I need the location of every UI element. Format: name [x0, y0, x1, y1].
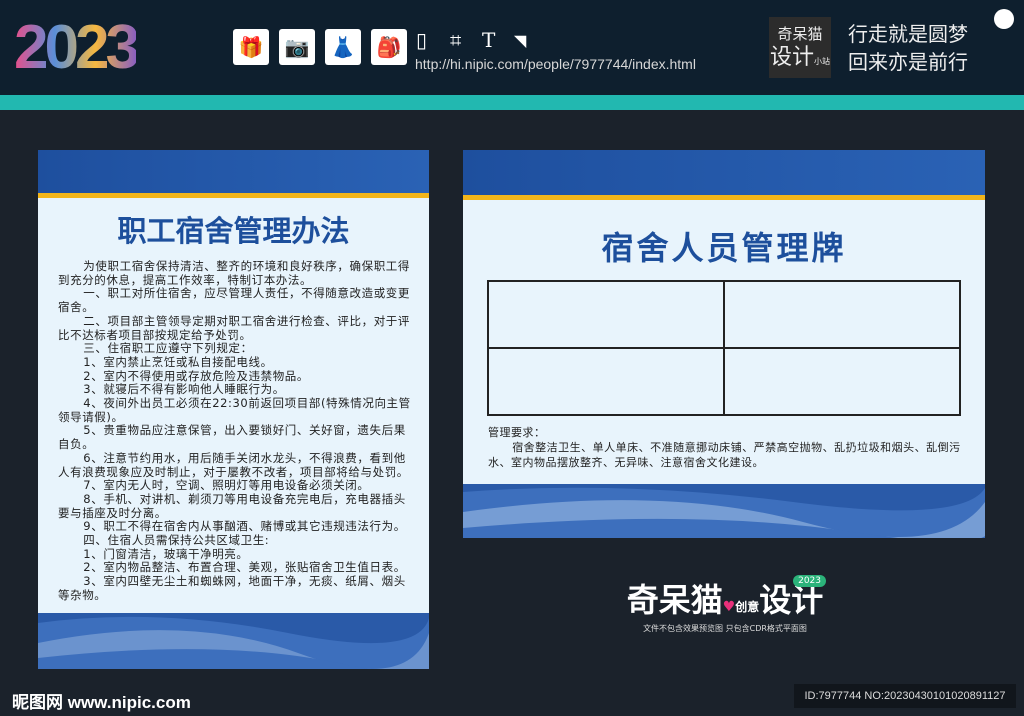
wm-name2: 创意 — [735, 600, 760, 614]
rule-paragraph: 6、注意节约用水，用后随手关闭水龙头，不得浪费，看到他人有浪费现象应及时制止，对… — [58, 450, 409, 479]
left-panel: 职工宿舍管理办法 为使职工宿舍保持清洁、整齐的环境和良好秩序，确保职工得到充分的… — [38, 150, 429, 669]
brand-line2: 设计 — [769, 45, 814, 70]
slogan-line1: 行走就是圆梦 — [848, 22, 968, 46]
rule-paragraph: 1、室内禁止烹饪或私自接配电线。 — [83, 354, 273, 369]
req-text: 宿舍整洁卫生、单人单床、不准随意挪动床铺、严禁高空抛物、乱扔垃圾和烟头、乱倒污水… — [488, 441, 961, 469]
dress-icon[interactable]: 👗 — [325, 29, 361, 65]
rule-paragraph: 三、住宿职工应遵守下列规定： — [83, 341, 253, 356]
rule-paragraph: 7、室内无人时，空调、照明灯等用电设备必须关闭。 — [83, 478, 370, 493]
wave-decoration — [38, 613, 429, 669]
rule-paragraph: 3、就寝后不得有影响他人睡眠行为。 — [83, 382, 285, 397]
wave-decoration — [463, 484, 985, 538]
right-panel: 宿舍人员管理牌 管理要求： 宿舍整洁卫生、单人单床、不准随意挪动床铺、严禁高空抛… — [463, 150, 985, 538]
rule-paragraph: 8、手机、对讲机、剃须刀等用电设备充完电后，充电器插头要与插座及时分离。 — [58, 491, 406, 520]
grid-cell[interactable] — [487, 280, 725, 349]
circle-icon — [994, 9, 1014, 29]
rule-paragraph: 3、室内四壁无尘土和蜘蛛网，地面干净，无痰、纸屑、烟头等杂物。 — [58, 574, 406, 602]
brand-line1: 奇呆猫 — [777, 25, 823, 43]
rectangle-icon[interactable]: ▯ — [416, 28, 427, 52]
brand-small: 小站 — [814, 57, 830, 66]
wm-name1: 奇呆猫 — [626, 581, 723, 619]
page-icon[interactable]: ◥ — [514, 31, 526, 50]
gift-icon[interactable]: 🎁 — [233, 29, 269, 65]
top-band — [38, 150, 429, 193]
crop-icon[interactable]: ⌗ — [450, 28, 461, 52]
yellow-stripe — [463, 195, 985, 200]
logo-2023: 2023 — [14, 13, 140, 82]
footer-site[interactable]: 昵图网 www.nipic.com — [12, 688, 191, 713]
grid-cell[interactable] — [723, 347, 961, 416]
rules-text: 为使职工宿舍保持清洁、整齐的环境和良好秩序，确保职工得到充分的休息，提高工作效率… — [58, 259, 411, 603]
text-icon[interactable]: T — [482, 28, 495, 52]
rule-paragraph: 1、门窗清洁，玻璃干净明亮。 — [83, 546, 249, 561]
teal-band — [0, 95, 1024, 110]
req-label: 管理要求： — [488, 426, 546, 439]
right-title: 宿舍人员管理牌 — [601, 229, 847, 267]
rule-paragraph: 为使职工宿舍保持清洁、整齐的环境和良好秩序，确保职工得到充分的休息，提高工作效率… — [58, 259, 410, 287]
top-band — [463, 150, 985, 195]
rule-paragraph: 9、职工不得在宿舍内从事酗酒、赌博或其它违规违法行为。 — [83, 519, 406, 534]
requirements: 管理要求： 宿舍整洁卫生、单人单床、不准随意挪动床铺、严禁高空抛物、乱扔垃圾和烟… — [488, 425, 965, 470]
left-title: 职工宿舍管理办法 — [117, 214, 350, 248]
year-badge: 2023 — [793, 575, 826, 587]
rule-paragraph: 4、夜间外出员工必须在22:30前返回项目部(特殊情况向主管领导请假)。 — [58, 396, 411, 424]
watermark-logo: 2023 奇呆猫♥创意设计 文件不包含效果预览图 只包含CDR格式平面图 — [620, 575, 830, 634]
rule-paragraph: 2、室内不得使用或存放危险及违禁物品。 — [83, 368, 310, 383]
backpack-icon[interactable]: 🎒 — [371, 29, 407, 65]
name-grid — [487, 280, 961, 416]
camera-icon[interactable]: 📷 — [279, 29, 315, 65]
rule-paragraph: 二、项目部主管领导定期对职工宿舍进行检查、评比，对于评比不达标者项目部按规定给予… — [58, 313, 410, 342]
footer-id: ID:7977744 NO:20230430101020891127 — [794, 684, 1016, 708]
slogan: 行走就是圆梦 回来亦是前行 — [848, 20, 968, 76]
heart-icon: ♥ — [722, 599, 736, 615]
grid-cell[interactable] — [723, 280, 961, 349]
grid-cell[interactable] — [487, 347, 725, 416]
rule-paragraph: 5、贵重物品应注意保管，出入要锁好门、关好窗，遗失后果自负。 — [58, 423, 406, 452]
wm-subtitle: 文件不包含效果预览图 只包含CDR格式平面图 — [643, 624, 807, 633]
yellow-stripe — [38, 193, 429, 198]
rule-paragraph: 2、室内物品整洁、布置合理、美观，张贴宿舍卫生值日表。 — [83, 560, 406, 575]
rule-paragraph: 四、住宿人员需保持公共区域卫生: — [83, 533, 270, 548]
url-link[interactable]: http://hi.nipic.com/people/7977744/index… — [415, 56, 696, 72]
slogan-line2: 回来亦是前行 — [848, 50, 968, 74]
rule-paragraph: 一、职工对所住宿舍，应尽管理人责任，不得随意改造或变更宿舍。 — [58, 286, 410, 315]
brand-logo: 奇呆猫设计小站 — [769, 17, 831, 78]
